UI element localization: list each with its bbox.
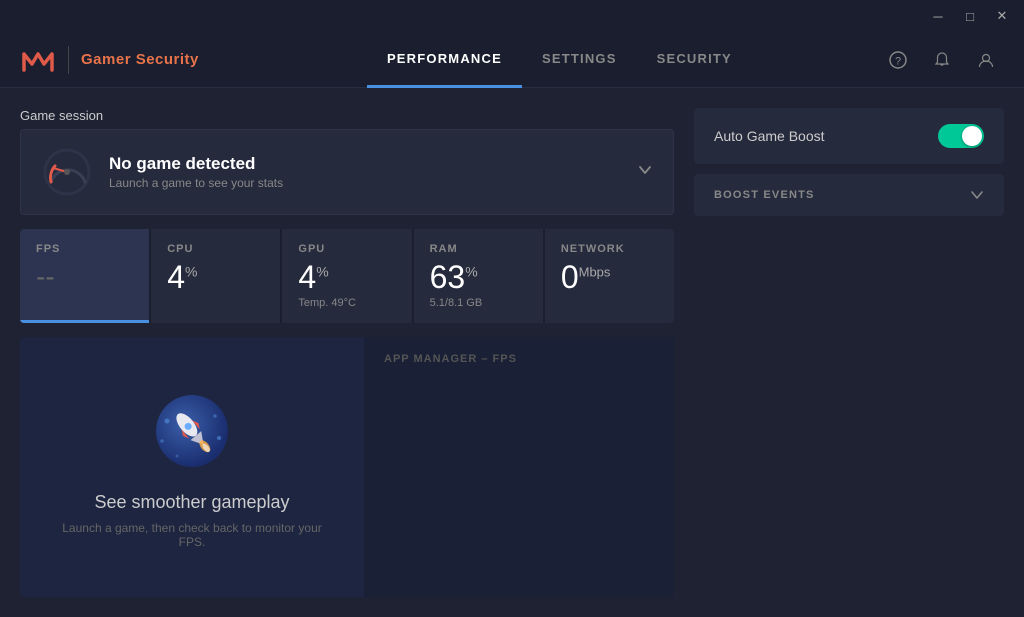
maximize-button[interactable]: □ [956,4,984,28]
gauge-icon [41,146,93,198]
left-panel: Game session No game detected Launch a g… [20,108,674,597]
rocket-icon [147,386,237,476]
app-manager-label: APP MANAGER – FPS [384,353,517,365]
notifications-button[interactable] [924,42,960,78]
mcafee-logo-icon [20,46,56,74]
auto-game-boost-label: Auto Game Boost [714,128,825,144]
svg-text:?: ? [895,55,901,67]
game-session-label: Game session [20,108,674,123]
stats-row: FPS -- CPU 4% GPU 4% Temp. 49°C RAM [20,229,674,323]
help-icon: ? [889,51,907,69]
gpu-label: GPU [298,243,395,255]
fps-panel-description: Launch a game, then check back to monito… [50,521,334,549]
ram-sub: 5.1/8.1 GB [430,297,527,309]
stat-card-cpu[interactable]: CPU 4% [151,229,280,323]
tab-performance[interactable]: PERFORMANCE [367,32,522,88]
header: Gamer Security PERFORMANCE SETTINGS SECU… [0,32,1024,88]
stat-card-network[interactable]: NETWORK 0Mbps [545,229,674,323]
titlebar: ─ □ ✕ [0,0,1024,32]
chevron-down-icon [637,162,653,178]
game-title: No game detected [109,154,283,174]
user-button[interactable] [968,42,1004,78]
cpu-value: 4% [167,261,264,293]
network-label: NETWORK [561,243,658,255]
gpu-sub: Temp. 49°C [298,297,395,309]
game-session-card: No game detected Launch a game to see yo… [20,129,674,215]
mcafee-logo [20,46,56,74]
logo-area: Gamer Security [20,46,199,74]
logo-divider [68,46,69,74]
main-content: Game session No game detected Launch a g… [0,88,1024,617]
help-button[interactable]: ? [880,42,916,78]
ram-label: RAM [430,243,527,255]
rocket-graphic [147,386,237,476]
stat-card-gpu[interactable]: GPU 4% Temp. 49°C [282,229,411,323]
cpu-label: CPU [167,243,264,255]
tab-settings[interactable]: SETTINGS [522,32,637,88]
ram-value: 63% [430,261,527,293]
right-panel: Auto Game Boost BOOST EVENTS [694,108,1004,597]
tab-security[interactable]: SECURITY [637,32,752,88]
game-session-section: Game session No game detected Launch a g… [20,108,674,215]
fps-value: -- [36,261,133,293]
game-subtitle: Launch a game to see your stats [109,176,283,190]
gpu-value: 4% [298,261,395,293]
fps-label: FPS [36,243,133,255]
game-session-expand-button[interactable] [637,162,653,183]
bottom-panel: See smoother gameplay Launch a game, the… [20,337,674,597]
nav-tabs: PERFORMANCE SETTINGS SECURITY [239,32,880,88]
close-button[interactable]: ✕ [988,4,1016,28]
app-manager-section: APP MANAGER – FPS [364,337,674,597]
fps-section: See smoother gameplay Launch a game, the… [20,337,364,597]
header-icons: ? [880,42,1004,78]
network-value: 0Mbps [561,261,658,293]
bell-icon [933,51,951,69]
boost-events-card[interactable]: BOOST EVENTS [694,174,1004,216]
game-info: No game detected Launch a game to see yo… [109,154,283,190]
auto-game-boost-toggle[interactable] [938,124,984,148]
boost-events-chevron-icon [970,188,984,202]
fps-panel-title: See smoother gameplay [94,492,289,513]
logo-tagline: Gamer Security [81,51,199,68]
toggle-knob [962,126,982,146]
minimize-button[interactable]: ─ [924,4,952,28]
user-icon [977,51,995,69]
game-session-info: No game detected Launch a game to see yo… [41,146,283,198]
stat-card-fps[interactable]: FPS -- [20,229,149,323]
boost-events-label: BOOST EVENTS [714,189,815,201]
auto-game-boost-card: Auto Game Boost [694,108,1004,164]
stat-card-ram[interactable]: RAM 63% 5.1/8.1 GB [414,229,543,323]
